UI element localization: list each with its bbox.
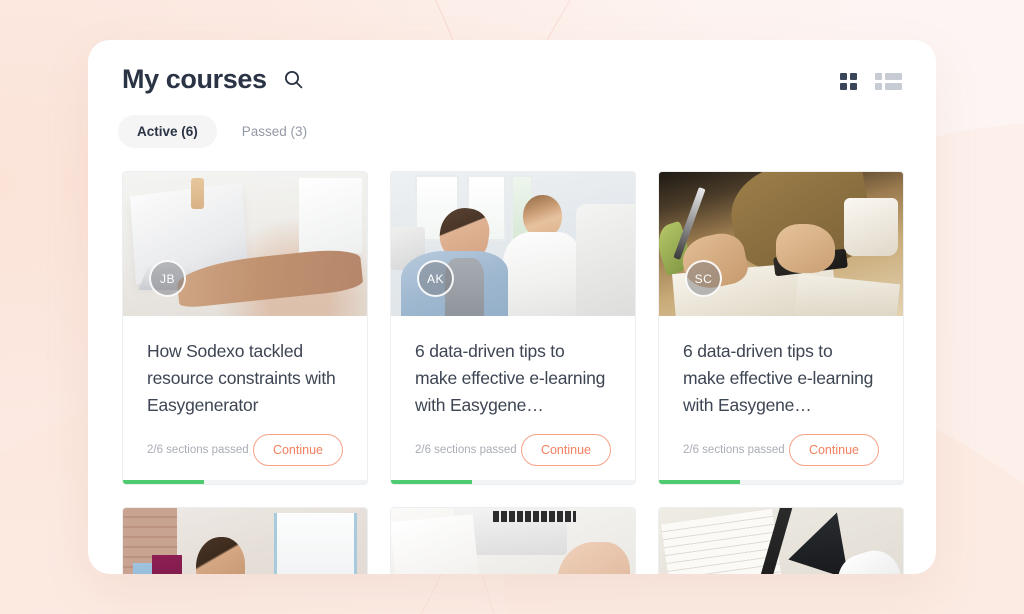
course-filter-tabs: Active (6) Passed (3) (88, 93, 936, 148)
course-card-grid: JB How Sodexo tackled resource constrain… (88, 148, 936, 485)
course-title: How Sodexo tackled resource constraints … (147, 341, 336, 416)
progress-bar-fill (123, 480, 204, 484)
tab-passed-courses[interactable]: Passed (3) (223, 115, 326, 148)
course-card[interactable] (122, 507, 368, 574)
course-card-grid-row2 (88, 485, 936, 574)
course-image-hand-with-tablet-and-sticky-notes (391, 508, 635, 574)
course-card[interactable]: AK 6 data-driven tips to make effective … (390, 171, 636, 485)
course-thumbnail (123, 508, 367, 574)
course-card-body: How Sodexo tackled resource constraints … (123, 316, 367, 484)
avatar: JB (149, 260, 186, 297)
course-thumbnail (659, 508, 903, 574)
progress-bar-fill (391, 480, 472, 484)
progress-bar (391, 480, 635, 484)
continue-button[interactable]: Continue (252, 434, 343, 466)
continue-button[interactable]: Continue (520, 434, 611, 466)
progress-bar (659, 480, 903, 484)
course-card-footer: 2/6 sections passed Continue (147, 420, 343, 484)
progress-bar (123, 480, 367, 484)
course-thumbnail: SC (659, 172, 903, 316)
course-card[interactable]: JB How Sodexo tackled resource constrain… (122, 171, 368, 485)
course-image-man-reading-by-bookshelf (123, 508, 367, 574)
course-thumbnail: JB (123, 172, 367, 316)
grid-view-icon (840, 73, 857, 90)
page-header: My courses (88, 40, 936, 93)
avatar: AK (417, 260, 454, 297)
view-toggle-group (840, 69, 902, 90)
course-card-footer: 2/6 sections passed Continue (415, 420, 611, 484)
progress-bar-fill (659, 480, 740, 484)
continue-button[interactable]: Continue (788, 434, 879, 466)
avatar: SC (685, 260, 722, 297)
page-title: My courses (122, 64, 267, 94)
course-thumbnail (391, 508, 635, 574)
list-view-icon (875, 73, 902, 90)
course-card[interactable] (658, 507, 904, 574)
sections-progress-text: 2/6 sections passed (683, 444, 785, 456)
search-icon[interactable] (284, 70, 303, 89)
course-title: 6 data-driven tips to make effective e-l… (415, 341, 606, 416)
course-card-footer: 2/6 sections passed Continue (683, 420, 879, 484)
course-card[interactable]: SC 6 data-driven tips to make effective … (658, 171, 904, 485)
course-title: 6 data-driven tips to make effective e-l… (683, 341, 874, 416)
course-card-body: 6 data-driven tips to make effective e-l… (391, 316, 635, 484)
grid-view-button[interactable] (840, 73, 857, 90)
course-thumbnail: AK (391, 172, 635, 316)
list-view-button[interactable] (875, 73, 902, 90)
sections-progress-text: 2/6 sections passed (147, 444, 249, 456)
course-card[interactable] (390, 507, 636, 574)
course-card-body: 6 data-driven tips to make effective e-l… (659, 316, 903, 484)
course-image-notebook-pen-and-mouse (659, 508, 903, 574)
tab-active-courses[interactable]: Active (6) (118, 115, 217, 148)
courses-panel: My courses Active (6) Passed (3) JB How … (88, 40, 936, 574)
sections-progress-text: 2/6 sections passed (415, 444, 517, 456)
